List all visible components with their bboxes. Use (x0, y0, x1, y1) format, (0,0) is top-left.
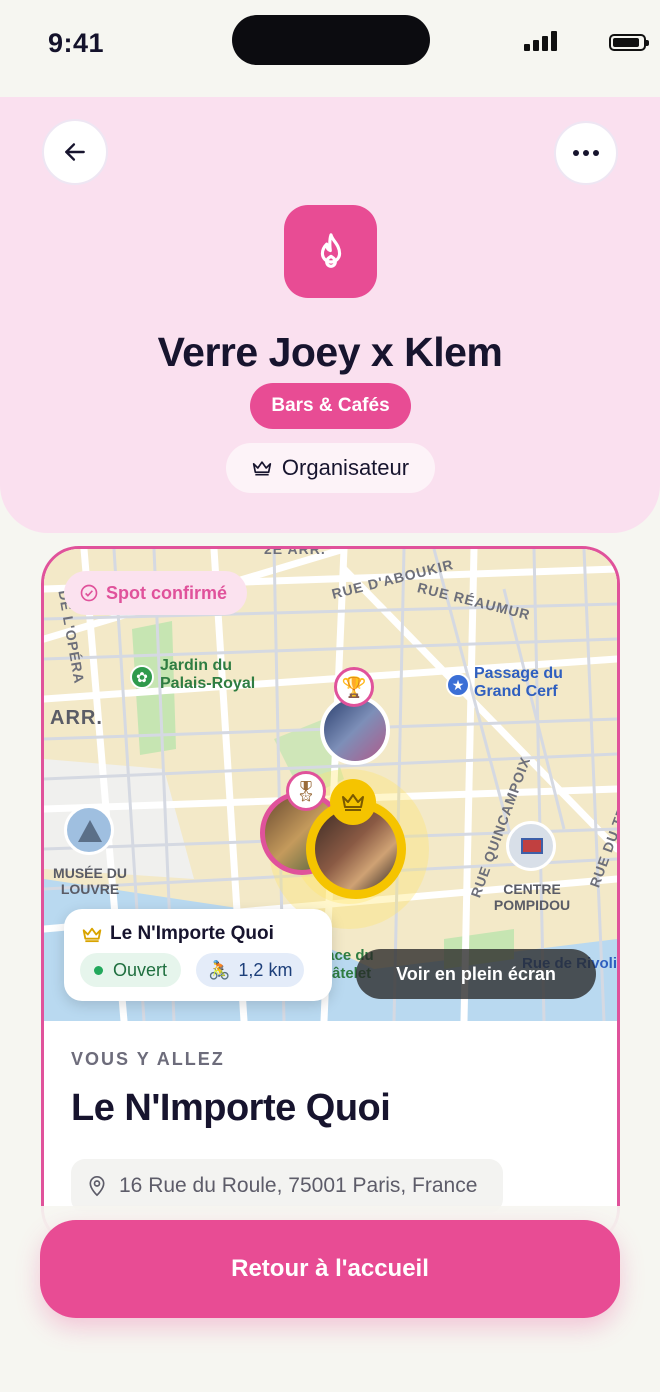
dynamic-island (232, 15, 430, 65)
flower-icon: ✿ (130, 665, 154, 689)
event-title: Verre Joey x Klem (157, 329, 503, 375)
map-pin-icon (89, 1176, 105, 1197)
venue-card: 2E ARR. RUE D'ABOUKIR RUE RÉAUMUR DE L'O… (41, 546, 620, 1246)
back-button[interactable] (42, 119, 108, 185)
fullscreen-button[interactable]: Voir en plein écran (356, 949, 596, 999)
address-text: 16 Rue du Roule, 75001 Paris, France (119, 1174, 478, 1197)
street-label: ARR. (50, 707, 103, 729)
battery-icon (609, 34, 649, 51)
phone-screen: 9:41 Verre Joey x Klem Bars & Cafés Orga (0, 0, 660, 1392)
map-view[interactable]: 2E ARR. RUE D'ABOUKIR RUE RÉAUMUR DE L'O… (44, 549, 617, 1021)
pyramid-icon (64, 805, 114, 855)
more-horizontal-icon (573, 150, 599, 156)
you-go-label: VOUS Y ALLEZ (71, 1049, 225, 1069)
crown-icon (252, 461, 272, 476)
status-bar: 9:41 (0, 0, 660, 96)
status-time: 9:41 (48, 28, 105, 58)
more-button[interactable] (554, 121, 618, 185)
crown-icon (82, 927, 102, 942)
poi-louvre[interactable]: MUSÉE DU LOUVRE (44, 865, 136, 897)
crown-icon (330, 779, 376, 825)
arrow-left-icon (65, 143, 85, 161)
distance-label: 1,2 km (238, 959, 293, 980)
medal-icon: 🎖 (286, 771, 326, 811)
place-title: Le N'Importe Quoi (71, 1087, 391, 1129)
role-badge: Organisateur (226, 443, 435, 493)
popup-title: Le N'Importe Quoi (82, 923, 274, 945)
flame-icon (320, 232, 341, 268)
street-label: 2E ARR. (264, 549, 326, 557)
building-icon (506, 821, 556, 871)
event-header: Verre Joey x Klem Bars & Cafés Organisat… (0, 97, 660, 533)
open-status-label: Ouvert (113, 959, 168, 980)
home-button[interactable]: Retour à l'accueil (40, 1220, 620, 1318)
poi-pompidou[interactable]: CENTRE POMPIDOU (484, 881, 580, 913)
signal-icon (524, 31, 558, 51)
status-dot (94, 965, 103, 975)
spot-confirmed-label: Spot confirmé (106, 582, 228, 603)
bike-icon: 🚴 (208, 959, 231, 980)
poi-palais-royal[interactable]: Jardin du Palais-Royal (160, 657, 280, 693)
role-label: Organisateur (281, 455, 410, 480)
category-badge: Bars & Cafés (250, 383, 411, 429)
open-status-pill: Ouvert (80, 953, 182, 987)
spot-confirmed-badge: Spot confirmé (64, 571, 248, 615)
star-icon: ★ (446, 673, 470, 697)
event-icon (284, 205, 377, 298)
trophy-icon: 🏆 (334, 667, 374, 707)
popup-place-name: Le N'Importe Quoi (110, 923, 274, 944)
check-circle-icon (80, 584, 98, 602)
distance-pill: 🚴 1,2 km (196, 953, 305, 987)
place-popup[interactable]: Le N'Importe Quoi Ouvert 🚴 1,2 km (64, 909, 332, 1001)
poi-grand-cerf[interactable]: Passage du Grand Cerf (474, 665, 594, 701)
address-pill[interactable]: 16 Rue du Roule, 75001 Paris, France (71, 1159, 503, 1213)
